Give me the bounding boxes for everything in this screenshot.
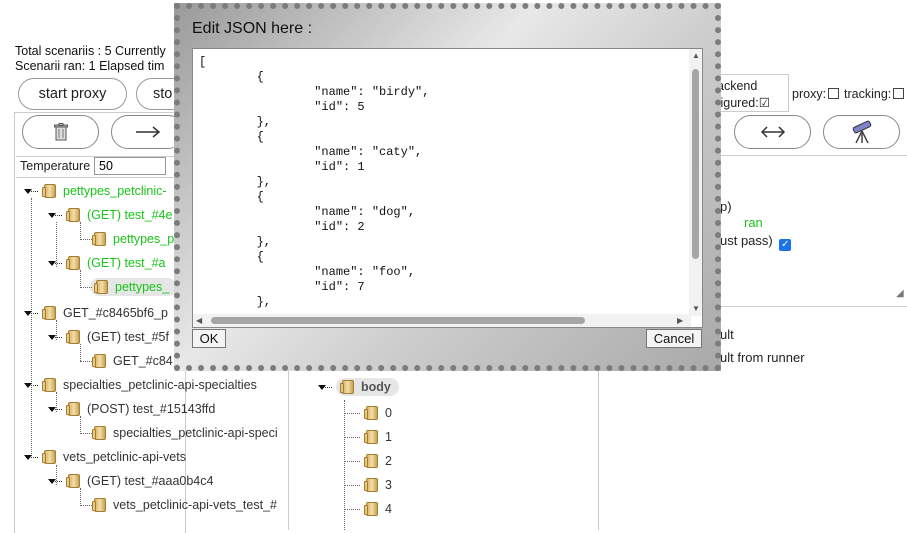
body-item[interactable]: 4: [344, 499, 392, 519]
scroll-right-icon[interactable]: ▶: [677, 316, 683, 325]
tree-item-test[interactable]: (POST) test_#15143ffd: [48, 399, 215, 419]
folder-icon: [66, 330, 82, 344]
scroll-down-icon[interactable]: ▼: [692, 304, 700, 313]
folder-icon: [92, 354, 108, 368]
tree-item-specialties[interactable]: specialties_petclinic-api-specialties: [24, 375, 257, 395]
proxy-checkbox[interactable]: [828, 88, 840, 99]
temperature-label: Temperature: [20, 159, 91, 173]
folder-icon: [42, 450, 58, 464]
dialog-title: Edit JSON here :: [192, 20, 313, 37]
tracking-label: tracking:: [844, 87, 892, 101]
tree-item-get[interactable]: GET_#c8465bf6_p: [24, 303, 168, 323]
vertical-scrollbar[interactable]: ▲ ▼: [689, 49, 702, 316]
folder-icon: [66, 402, 82, 416]
body-item[interactable]: 1: [344, 427, 392, 447]
folder-icon: [92, 498, 108, 512]
tree-item-pettypes[interactable]: pettypes_petclinic-: [24, 181, 167, 201]
collapse-toggle-icon[interactable]: [48, 258, 62, 268]
collapse-toggle-icon[interactable]: [318, 382, 332, 392]
tree-item-test[interactable]: (GET) test_#5f: [48, 327, 169, 347]
body-item[interactable]: 3: [344, 475, 392, 495]
configured-check[interactable]: ☑: [759, 96, 770, 110]
must-pass-checkbox[interactable]: ✓: [779, 239, 792, 251]
collapse-toggle-icon[interactable]: [24, 186, 38, 196]
telescope-icon[interactable]: [823, 115, 900, 149]
ok-button[interactable]: OK: [192, 329, 226, 348]
right-p-fragment: p): [720, 199, 732, 214]
folder-icon: [42, 184, 58, 198]
tree-item-test[interactable]: (GET) test_#a: [48, 253, 166, 273]
tree-leaf-selected[interactable]: pettypes_: [72, 277, 178, 297]
body-item[interactable]: 0: [344, 403, 392, 423]
folder-icon: [364, 430, 380, 444]
folder-icon: [66, 256, 82, 270]
folder-icon: [42, 378, 58, 392]
collapse-toggle-icon[interactable]: [24, 452, 38, 462]
tree-item-test[interactable]: (GET) test_#aaa0b4c4: [48, 471, 213, 491]
folder-icon: [364, 454, 380, 468]
right-panel: [713, 155, 907, 307]
folder-icon: [92, 426, 108, 440]
scroll-up-icon[interactable]: ▲: [692, 51, 700, 60]
backend-label: ackend: [717, 79, 758, 93]
must-pass-label: ust pass): [720, 233, 773, 248]
scroll-left-icon[interactable]: ◀: [196, 316, 202, 325]
folder-icon: [66, 474, 82, 488]
tree-item-vets[interactable]: vets_petclinic-api-vets: [24, 447, 186, 467]
collapse-toggle-icon[interactable]: [48, 476, 62, 486]
edit-json-dialog: Edit JSON here : [ { "name": "birdy", "i…: [174, 3, 721, 371]
folder-icon: [42, 306, 58, 320]
body-tree-root[interactable]: body: [318, 377, 399, 397]
arrow-both-icon[interactable]: [734, 115, 811, 149]
status-total: Total scenariis : 5 Currently: [15, 44, 166, 58]
json-text[interactable]: [ { "name": "birdy", "id": 5 }, { "name"…: [193, 49, 702, 310]
tree-leaf[interactable]: vets_petclinic-api-vets_test_#: [72, 495, 277, 515]
cancel-button[interactable]: Cancel: [646, 329, 702, 348]
tree-leaf[interactable]: pettypes_p: [72, 229, 174, 249]
status-elapsed: Scenarii ran: 1 Elapsed tim: [15, 59, 165, 73]
result-runner-label: ult from runner: [720, 350, 805, 365]
folder-icon: [364, 406, 380, 420]
configured-label: figured:: [717, 96, 759, 110]
collapse-toggle-icon[interactable]: [48, 210, 62, 220]
folder-icon: [66, 208, 82, 222]
body-item[interactable]: 2: [344, 451, 392, 471]
tree-leaf[interactable]: specialties_petclinic-api-speci: [72, 423, 278, 443]
tracking-checkbox[interactable]: [893, 88, 905, 99]
backend-config-box: ackend figured:☑: [713, 74, 789, 112]
collapse-toggle-icon[interactable]: [24, 308, 38, 318]
resize-handle-icon[interactable]: ◢: [896, 288, 904, 299]
trash-icon[interactable]: [22, 115, 99, 149]
tree-leaf[interactable]: GET_#c84: [72, 351, 173, 371]
folder-icon: [340, 380, 356, 394]
folder-icon: [364, 478, 380, 492]
folder-icon: [364, 502, 380, 516]
tree-item-test[interactable]: (GET) test_#4e: [48, 205, 172, 225]
folder-icon: [94, 280, 110, 294]
result-label: ult: [720, 327, 734, 342]
json-editor[interactable]: [ { "name": "birdy", "id": 5 }, { "name"…: [192, 48, 703, 328]
collapse-toggle-icon[interactable]: [24, 380, 38, 390]
ran-label: ran: [744, 215, 763, 230]
horizontal-scrollbar[interactable]: ◀ ▶: [193, 314, 691, 327]
proxy-label: proxy:: [792, 87, 827, 101]
start-proxy-button[interactable]: start proxy: [18, 78, 127, 110]
folder-icon: [92, 232, 108, 246]
collapse-toggle-icon[interactable]: [48, 332, 62, 342]
collapse-toggle-icon[interactable]: [48, 404, 62, 414]
temperature-input[interactable]: [94, 157, 166, 175]
